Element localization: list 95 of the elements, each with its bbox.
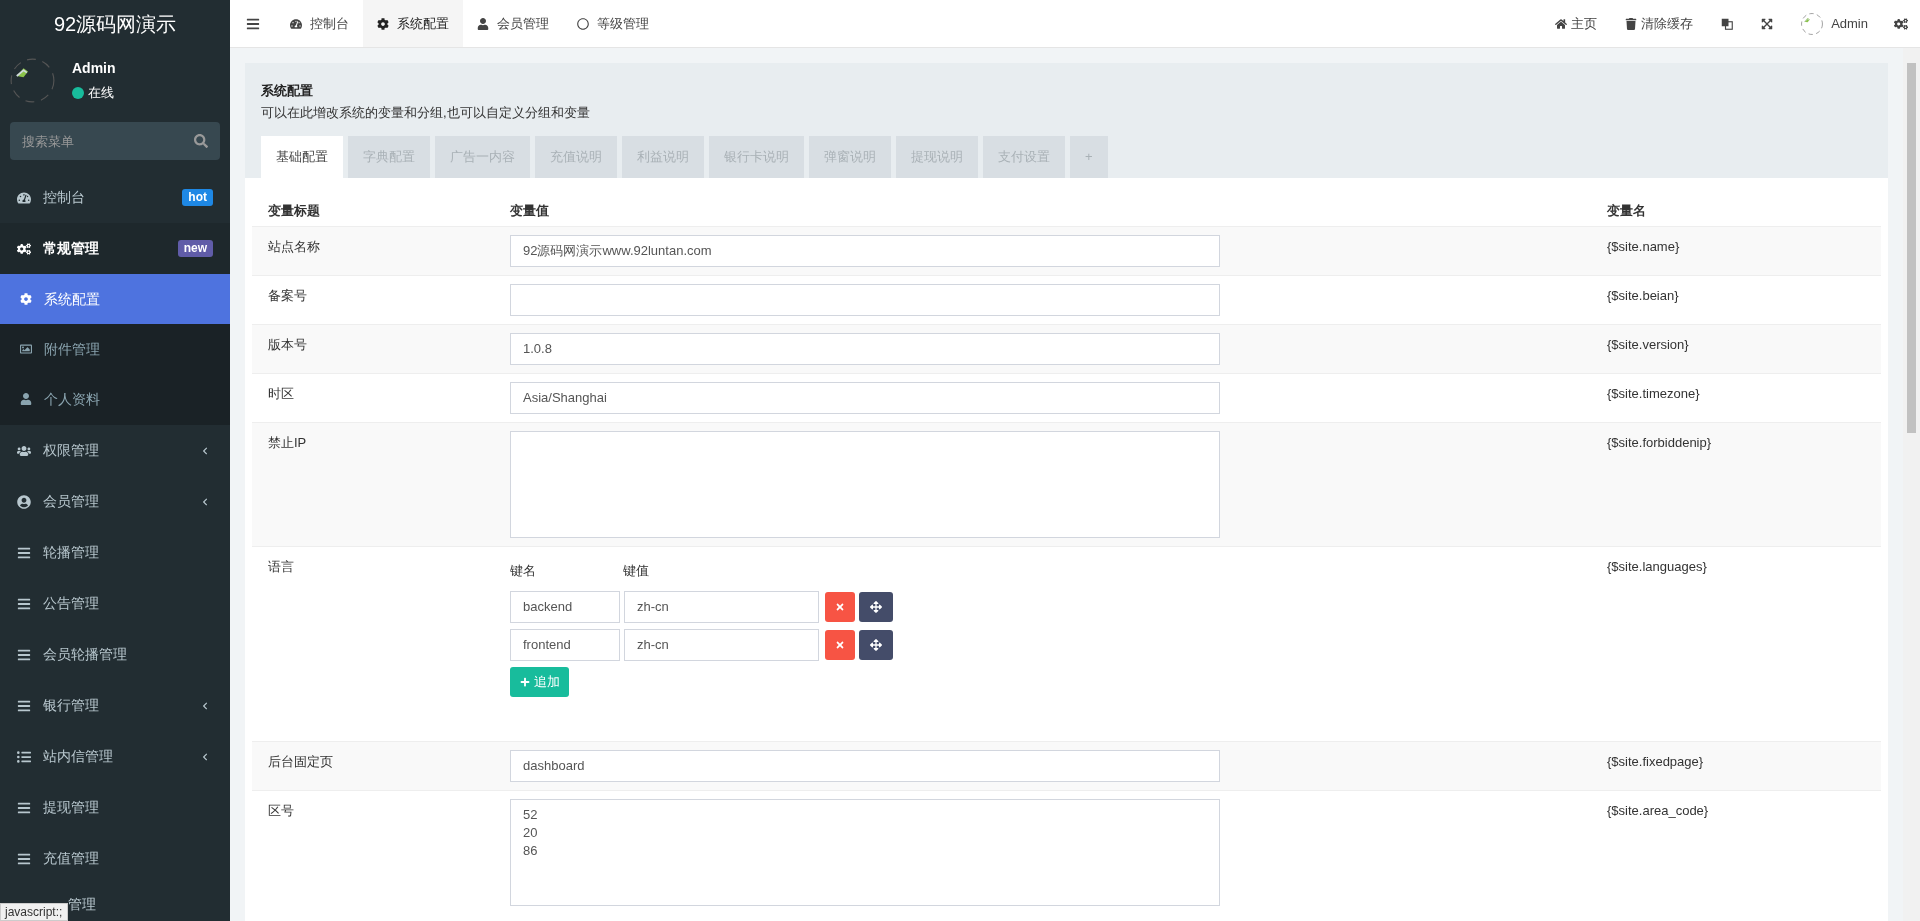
config-tab[interactable]: 基础配置 — [261, 136, 343, 178]
table-cell-text: 语言 — [267, 558, 295, 576]
panel-description: 可以在此增改系统的变量和分组,也可以自定义分组和变量 — [261, 103, 591, 122]
submenu-item[interactable]: 附件管理 — [0, 324, 230, 374]
table-cell-text: 时区 — [267, 385, 295, 403]
user-menu[interactable]: Admin — [1787, 0, 1882, 47]
column-header: 变量名 — [1607, 202, 1647, 221]
menu-badge: hot — [182, 189, 213, 206]
settings-icon — [1894, 16, 1908, 31]
column-header: 变量值 — [510, 202, 550, 221]
user-name: Admin — [72, 58, 116, 78]
avatar-icon — [1801, 12, 1824, 35]
panel-title: 系统配置 — [261, 82, 314, 100]
move-icon — [870, 600, 882, 613]
gears-icon — [17, 241, 31, 256]
drag-handle[interactable] — [859, 591, 893, 622]
sidebar-item[interactable]: 提现管理 — [0, 782, 230, 833]
plus-icon — [519, 676, 530, 687]
sidebar-item[interactable]: 控制台 hot — [0, 172, 230, 223]
sidebar-item[interactable]: 公告管理 — [0, 578, 230, 629]
list-icon — [17, 800, 31, 815]
input-field[interactable]: 92源码网演示www.92luntan.com — [510, 235, 1220, 267]
input-field[interactable]: frontend — [510, 628, 620, 661]
nav-tab[interactable]: 控制台 — [276, 0, 363, 47]
search-icon[interactable] — [194, 134, 208, 148]
users-icon — [17, 443, 31, 458]
menu-badge: new — [177, 240, 213, 257]
input-field[interactable]: zh-cn — [624, 590, 819, 623]
sidebar-item[interactable]: 会员管理 — [0, 476, 230, 527]
scrollbar[interactable] — [1903, 48, 1920, 921]
input-field[interactable]: Asia/Shanghai — [510, 382, 1220, 414]
table-cell-text: {$site.name} — [1607, 238, 1681, 256]
table-cell-text: 禁止IP — [267, 434, 308, 452]
home-icon — [1555, 17, 1568, 30]
table-cell-text: 后台固定页 — [267, 752, 334, 771]
table-cell-text: 区号 — [267, 801, 295, 820]
list-icon — [17, 647, 31, 662]
drag-handle[interactable] — [859, 629, 893, 660]
expand-icon — [1761, 17, 1774, 30]
nav-tab[interactable]: 等级管理 — [563, 0, 663, 47]
close-icon — [835, 601, 845, 612]
dashboard-icon — [290, 17, 302, 30]
submenu-item[interactable]: 个人资料 — [0, 374, 230, 424]
sidebar-item[interactable]: 银行管理 — [0, 680, 230, 731]
sidebar-item[interactable]: 站内信管理 — [0, 731, 230, 782]
list-icon — [17, 545, 31, 560]
table-cell-text: {$site.forbiddenip} — [1607, 434, 1713, 452]
move-icon — [870, 638, 882, 651]
sidebar-item[interactable]: 常规管理 new — [0, 223, 230, 274]
status-tooltip: javascript:; — [0, 903, 68, 921]
user-icon — [477, 17, 489, 30]
table-cell-text: {$site.fixedpage} — [1607, 752, 1705, 771]
search-field[interactable]: 搜索菜单 — [10, 122, 220, 160]
nav-link[interactable]: 主页 — [1541, 0, 1612, 47]
user-icon — [20, 393, 32, 405]
table-cell-text: 备案号 — [267, 287, 308, 305]
site-logo[interactable]: 92源码网演示 — [0, 0, 230, 48]
avatar-icon — [10, 57, 55, 103]
table-cell-text: {$site.beian} — [1607, 287, 1680, 305]
table-cell-text: 版本号 — [267, 336, 308, 354]
nav-tab[interactable]: 会员管理 — [463, 0, 563, 47]
input-field[interactable]: dashboard — [510, 749, 1220, 782]
list-icon — [17, 851, 31, 866]
trash-icon — [1625, 17, 1638, 30]
sidebar-item[interactable]: 管理 — [68, 894, 96, 915]
submenu-item[interactable]: 系统配置 — [0, 274, 230, 324]
nav-tab[interactable]: 系统配置 — [363, 0, 463, 47]
sidebar-item[interactable]: 充值管理 — [0, 833, 230, 884]
table-cell-text: {$site.version} — [1607, 336, 1690, 354]
list-icon — [17, 596, 31, 611]
sidebar-item[interactable]: 会员轮播管理 — [0, 629, 230, 680]
table-cell-text: {$site.area_code} — [1607, 801, 1710, 820]
table-cell-text: {$site.timezone} — [1607, 385, 1701, 403]
list-icon — [17, 698, 31, 713]
sidebar-item[interactable]: 轮播管理 — [0, 527, 230, 578]
nav-link[interactable]: 清除缓存 — [1611, 0, 1708, 47]
dashboard-icon — [17, 190, 31, 205]
menu-icon — [246, 16, 260, 31]
column-label: 键名 — [510, 562, 537, 580]
gear-icon — [377, 17, 389, 30]
image-file-icon — [20, 343, 32, 355]
sidebar-item[interactable]: 权限管理 — [0, 425, 230, 476]
input-field[interactable] — [510, 284, 1220, 316]
table-cell-text: {$site.languages} — [1607, 558, 1708, 576]
list-icon — [17, 749, 31, 764]
column-label: 键值 — [623, 562, 649, 580]
gear-icon — [20, 293, 32, 305]
column-header: 变量标题 — [267, 202, 321, 221]
table-cell-text: 站点名称 — [267, 238, 321, 256]
status-text: 在线 — [88, 83, 114, 102]
input-field[interactable]: backend — [510, 590, 620, 623]
close-icon — [835, 639, 845, 650]
text-area[interactable]: 52 20 86 — [510, 798, 1220, 906]
input-field[interactable]: 1.0.8 — [510, 333, 1220, 365]
input-field[interactable]: zh-cn — [624, 628, 819, 661]
